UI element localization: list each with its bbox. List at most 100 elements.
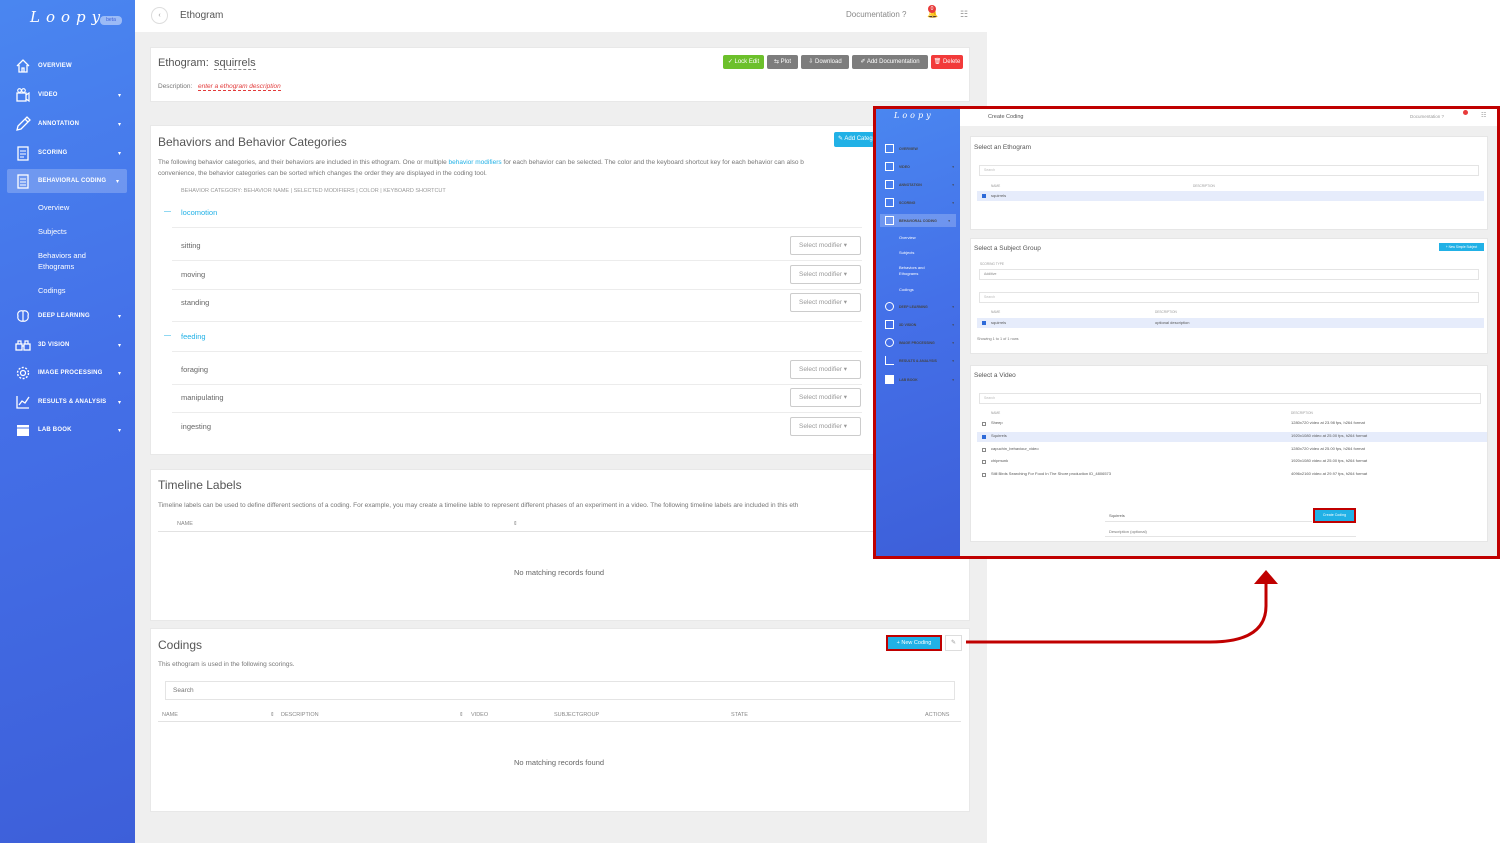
create-coding-button[interactable]: Create Coding (1313, 508, 1356, 523)
chevron-down-icon: ▾ (952, 377, 954, 382)
select-modifier-manipulating[interactable]: Select modifier ▾ (790, 388, 861, 407)
video-col-desc[interactable]: DESCRIPTION (1291, 411, 1313, 415)
sidebar-toggle-icon[interactable]: ‹ (151, 7, 168, 24)
divider (172, 384, 862, 385)
subject-search-input[interactable]: Search (979, 292, 1479, 303)
nav-video[interactable]: VIDEO ▾ (0, 83, 135, 107)
inset-sidebar: Loopy (876, 109, 960, 556)
category-collapse-toggle[interactable]: — (164, 208, 171, 215)
codings-search-input[interactable] (165, 681, 955, 700)
app-logo[interactable]: Loopy (30, 8, 106, 26)
inset-nav-3d-vision[interactable]: 3D VISION ▾ (876, 318, 960, 331)
add-documentation-button[interactable]: ✐ Add Documentation (852, 55, 928, 69)
sort-icon[interactable]: ⇕ (270, 712, 275, 718)
codings-col-video[interactable]: VIDEO (471, 712, 488, 718)
video-row-checkbox[interactable] (982, 422, 986, 426)
nav-deep-learning[interactable]: DEEP LEARNING ▾ (0, 304, 135, 328)
nav-3d-vision[interactable]: 3D VISION ▾ (0, 333, 135, 357)
coding-name-input[interactable] (1105, 510, 1312, 522)
select-modifier-sitting[interactable]: Select modifier ▾ (790, 236, 861, 255)
subnav-subjects[interactable]: Subjects (38, 226, 108, 237)
plot-button[interactable]: ⇆ Plot (767, 55, 798, 69)
inset-subnav-codings[interactable]: Codings (899, 287, 944, 293)
ethogram-title-label: Ethogram: (158, 57, 209, 69)
inset-nav-image-processing[interactable]: IMAGE PROCESSING ▾ (876, 336, 960, 349)
sort-icon[interactable]: ⇕ (459, 712, 464, 718)
chevron-down-icon: ▾ (952, 164, 954, 169)
inset-nav-lab-book[interactable]: LAB BOOK ▾ (876, 373, 960, 386)
inset-nav-scoring[interactable]: SCORING ▾ (876, 196, 960, 209)
select-modifier-standing[interactable]: Select modifier ▾ (790, 293, 861, 312)
inset-subnav-behaviors[interactable]: Behaviors and Ethograms (899, 265, 944, 277)
subnav-overview[interactable]: Overview (38, 202, 108, 213)
inset-logo[interactable]: Loopy (894, 111, 934, 120)
download-button[interactable]: ⇩ Download (801, 55, 849, 69)
inset-documentation-link[interactable]: Documentation ? (1410, 114, 1444, 119)
category-collapse-toggle[interactable]: — (164, 332, 171, 339)
divider (158, 721, 961, 722)
delete-button[interactable]: 🗑 Delete (931, 55, 963, 69)
nav-behavioral-coding[interactable]: BEHAVIORAL CODING ▾ (7, 169, 127, 193)
select-modifier-moving[interactable]: Select modifier ▾ (790, 265, 861, 284)
subject-col-name[interactable]: NAME (991, 310, 1000, 314)
nav-annotation[interactable]: ANNOTATION ▾ (0, 112, 135, 136)
nav-overview[interactable]: OVERVIEW (0, 54, 135, 78)
lock-edit-button[interactable]: ✓ Lock Edit (723, 55, 764, 69)
table-row-selected[interactable] (977, 432, 1487, 442)
sort-icon[interactable]: ⇕ (513, 521, 518, 527)
ethogram-name[interactable]: squirrels (214, 57, 256, 70)
inset-nav-annotation[interactable]: ANNOTATION ▾ (876, 178, 960, 191)
ethogram-row-checkbox[interactable] (982, 194, 986, 198)
codings-col-subjectgroup[interactable]: SUBJECTGROUP (554, 712, 599, 718)
codings-col-state[interactable]: STATE (731, 712, 748, 718)
table-row[interactable] (977, 191, 1484, 201)
category-locomotion[interactable]: locomotion (181, 208, 217, 217)
inset-nav-deep-learning[interactable]: DEEP LEARNING ▾ (876, 300, 960, 313)
nav-results-analysis[interactable]: RESULTS & ANALYSIS ▾ (0, 390, 135, 414)
select-ethogram-card (970, 136, 1488, 230)
menu-icon[interactable]: ☷ (960, 9, 968, 20)
divider (172, 260, 862, 261)
ethogram-search-input[interactable]: Search (979, 165, 1479, 176)
video-row-checkbox[interactable] (982, 473, 986, 477)
subject-row-checkbox[interactable] (982, 321, 986, 325)
inset-subnav-subjects[interactable]: Subjects (899, 250, 944, 256)
menu-icon[interactable]: ☷ (1481, 112, 1486, 119)
chevron-down-icon: ▾ (117, 370, 121, 377)
scoring-type-select[interactable]: Additive (979, 269, 1479, 280)
video-row-checkbox[interactable] (982, 448, 986, 452)
subnav-codings[interactable]: Codings (38, 285, 108, 296)
subnav-behaviors-ethograms[interactable]: Behaviors and Ethograms (38, 250, 108, 272)
coding-description-input[interactable] (1105, 526, 1356, 537)
ethogram-col-name[interactable]: NAME (991, 184, 1000, 188)
description-field[interactable]: enter a ethogram description (198, 83, 281, 91)
inset-nav-results[interactable]: RESULTS & ANALYSIS ▾ (876, 354, 960, 367)
nav-lab-book-label: LAB BOOK (38, 427, 72, 433)
table-row[interactable] (977, 318, 1484, 328)
inset-nav-behavioral-coding[interactable]: BEHAVIORAL CODING ▾ (880, 214, 956, 227)
video-col-name[interactable]: NAME (991, 411, 1000, 415)
inset-subnav-overview[interactable]: Overview (899, 235, 944, 241)
timeline-col-name[interactable]: NAME (177, 521, 193, 527)
video-row-checkbox[interactable] (982, 435, 986, 439)
new-simple-subject-button[interactable]: + New Simple Subject (1439, 243, 1484, 251)
inset-nav-video[interactable]: VIDEO ▾ (876, 160, 960, 173)
inset-nav-overview[interactable]: OVERVIEW (876, 142, 960, 155)
video-search-input[interactable]: Search (979, 393, 1481, 404)
category-feeding[interactable]: feeding (181, 332, 206, 341)
nav-scoring[interactable]: SCORING ▾ (0, 141, 135, 165)
select-modifier-foraging[interactable]: Select modifier ▾ (790, 360, 861, 379)
codings-col-description[interactable]: DESCRIPTION (281, 712, 319, 718)
video-row-checkbox[interactable] (982, 460, 986, 464)
binoculars-icon (885, 320, 894, 329)
chevron-down-icon: ▾ (117, 313, 121, 320)
new-coding-button[interactable]: + New Coding (886, 635, 942, 651)
subject-col-desc[interactable]: DESCRIPTION (1155, 310, 1177, 314)
nav-lab-book[interactable]: LAB BOOK ▾ (0, 418, 135, 442)
nav-image-processing[interactable]: IMAGE PROCESSING ▾ (0, 361, 135, 385)
behavior-modifiers-link[interactable]: behavior modifiers (449, 159, 502, 166)
documentation-link[interactable]: Documentation ? (846, 10, 906, 19)
ethogram-col-desc[interactable]: DESCRIPTION (1193, 184, 1215, 188)
select-modifier-ingesting[interactable]: Select modifier ▾ (790, 417, 861, 436)
codings-col-name[interactable]: NAME (162, 712, 178, 718)
